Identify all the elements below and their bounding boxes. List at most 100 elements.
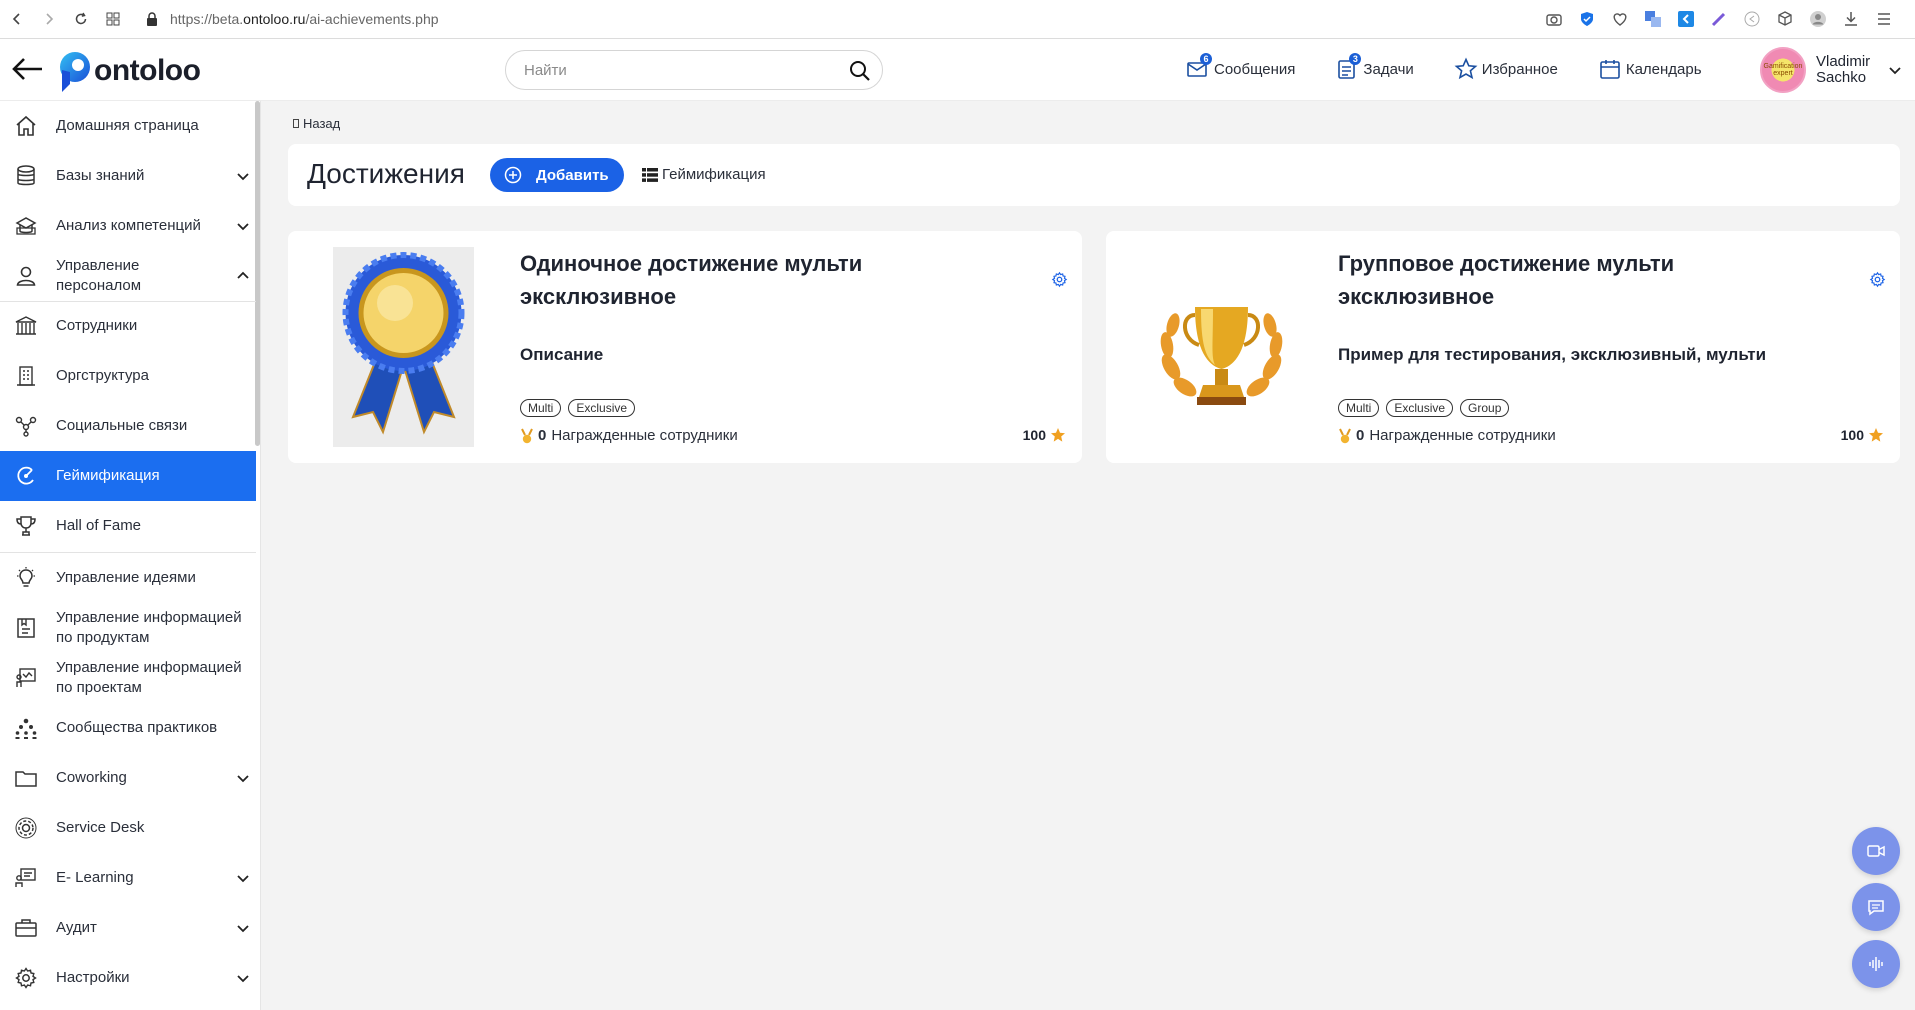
address-bar[interactable]: https://beta.ontoloo.ru/ai-achievements.…	[146, 11, 439, 27]
sidebar-item-elearning[interactable]: E- Learning	[0, 853, 256, 903]
employees-icon	[15, 316, 37, 335]
sidebar-item-service-desk[interactable]: Service Desk	[0, 803, 256, 853]
app-header: ontoloo 6 Сообщения 3 Задачи Избранное	[0, 39, 1915, 101]
chevron-down-icon[interactable]	[236, 921, 250, 935]
settings-icon	[15, 967, 37, 989]
url-text: https://beta.ontoloo.ru/ai-achievements.…	[170, 11, 439, 27]
chevron-down-icon[interactable]	[236, 771, 250, 785]
chat-button[interactable]	[1852, 883, 1900, 931]
kaspersky-icon[interactable]	[1677, 10, 1695, 28]
sidebar-item-coworking[interactable]: Coworking	[0, 753, 256, 803]
browser-forward-icon[interactable]	[42, 12, 56, 26]
gamification-link[interactable]: Геймификация	[642, 166, 766, 183]
ontoloo-logo[interactable]: ontoloo	[58, 50, 201, 92]
translate-icon[interactable]	[1644, 10, 1662, 28]
gear-icon[interactable]	[1051, 271, 1068, 288]
sidebar-item-knowledge-bases[interactable]: Базы знаний	[0, 151, 256, 201]
elearning-icon	[15, 868, 36, 887]
tasks-link[interactable]: 3 Задачи	[1335, 53, 1414, 81]
video-call-button[interactable]	[1852, 827, 1900, 875]
sidebar-item-ideas[interactable]: Управление идеями	[0, 553, 256, 603]
page-header-bar: Достижения Добавить Геймификация	[288, 144, 1900, 206]
voice-button[interactable]	[1852, 940, 1900, 988]
social-links-icon	[15, 416, 37, 437]
favorites-link[interactable]: Избранное	[1454, 57, 1558, 81]
pen-extension-icon[interactable]	[1710, 10, 1728, 28]
achievement-title[interactable]: Групповое достижение мульти эксклюзивное	[1338, 247, 1778, 313]
sidebar-item-gamification[interactable]: Геймификация	[0, 451, 256, 501]
tag-multi: Multi	[1338, 399, 1380, 417]
sidebar-item-hall-of-fame[interactable]: Hall of Fame	[0, 501, 256, 551]
sidebar-item-home[interactable]: Домашняя страница	[0, 101, 256, 151]
competence-icon	[15, 217, 37, 235]
browser-tabs-grid-icon[interactable]	[106, 12, 120, 26]
sidebar-item-audit[interactable]: Аудит	[0, 903, 256, 953]
project-icon	[16, 668, 36, 687]
sidebar-item-competence-analysis[interactable]: Анализ компетенций	[0, 201, 256, 251]
database-icon	[17, 165, 35, 186]
medal-image	[333, 247, 474, 447]
trophy-icon	[16, 516, 36, 536]
video-camera-icon	[1867, 845, 1885, 857]
service-desk-icon	[15, 817, 37, 839]
medal-icon	[521, 428, 533, 443]
shield-extension-icon[interactable]	[1578, 10, 1596, 28]
sidebar-item-org-structure[interactable]: Оргструктура	[0, 351, 256, 401]
search-box[interactable]	[505, 50, 883, 90]
voice-wave-icon	[1869, 957, 1883, 971]
page-title: Достижения	[307, 158, 465, 189]
folder-icon	[15, 771, 37, 787]
sidebar-item-social-links[interactable]: Социальные связи	[0, 401, 256, 451]
chevron-down-icon[interactable]	[236, 219, 250, 233]
search-icon[interactable]	[848, 59, 872, 83]
add-button[interactable]: Добавить	[490, 158, 624, 192]
tag-group: Group	[1460, 399, 1510, 417]
chevron-down-icon[interactable]	[236, 169, 250, 183]
camera-icon[interactable]	[1545, 10, 1563, 28]
sidebar-item-settings[interactable]: Настройки	[0, 953, 256, 1003]
back-arrow-icon[interactable]	[12, 55, 46, 85]
sidebar: Домашняя страница Базы знаний Анализ ком…	[0, 101, 261, 1010]
breadcrumb[interactable]: Назад	[293, 116, 340, 131]
achievement-card[interactable]: Групповое достижение мульти эксклюзивное…	[1106, 231, 1900, 463]
tag-multi: Multi	[520, 399, 562, 417]
share-icon[interactable]	[1743, 10, 1761, 28]
logo-mark-icon	[60, 52, 90, 92]
trophy-image	[1151, 247, 1292, 447]
browser-back-icon[interactable]	[10, 12, 24, 26]
sidebar-item-hr-management[interactable]: Управление персоналом	[0, 251, 256, 301]
tag-list: Multi Exclusive Group	[1338, 399, 1510, 417]
sidebar-item-employees[interactable]: Сотрудники	[0, 301, 256, 351]
awarded-employees[interactable]: 0 Награжденные сотрудники	[520, 427, 738, 444]
calendar-link[interactable]: Календарь	[1598, 57, 1702, 81]
awarded-employees[interactable]: 0 Награжденные сотрудники	[1338, 427, 1556, 444]
sidebar-item-communities[interactable]: Сообщества практиков	[0, 703, 256, 753]
messages-link[interactable]: 6 Сообщения	[1186, 53, 1295, 81]
home-icon	[16, 115, 36, 136]
sidebar-item-product-info[interactable]: Управление информацией по продуктам	[0, 603, 256, 653]
user-menu[interactable]: Gamification expert Vladimir Sachko	[1760, 47, 1902, 93]
calendar-icon	[1600, 60, 1620, 79]
chevron-up-icon[interactable]	[236, 269, 250, 283]
chevron-down-icon[interactable]	[236, 971, 250, 985]
avatar[interactable]: Gamification expert	[1760, 47, 1806, 93]
gear-icon[interactable]	[1869, 271, 1886, 288]
tag-exclusive: Exclusive	[1386, 399, 1454, 417]
achievement-title[interactable]: Одиночное достижение мульти эксклюзивное	[520, 247, 960, 313]
sidebar-item-project-info[interactable]: Управление информацией по проектам	[0, 653, 256, 703]
download-icon[interactable]	[1842, 10, 1860, 28]
community-icon	[15, 718, 37, 739]
star-icon	[1869, 428, 1883, 442]
search-input[interactable]	[524, 60, 824, 80]
browser-reload-icon[interactable]	[74, 12, 88, 26]
tasks-badge: 3	[1349, 53, 1362, 65]
chevron-down-icon[interactable]	[1888, 63, 1902, 77]
audit-icon	[15, 919, 37, 937]
cube-icon[interactable]	[1776, 10, 1794, 28]
chevron-down-icon[interactable]	[236, 871, 250, 885]
star-icon	[1454, 57, 1478, 80]
menu-icon[interactable]	[1875, 10, 1893, 28]
profile-icon[interactable]	[1809, 10, 1827, 28]
achievement-card[interactable]: Одиночное достижение мульти эксклюзивное…	[288, 231, 1082, 463]
heart-icon[interactable]	[1611, 10, 1629, 28]
